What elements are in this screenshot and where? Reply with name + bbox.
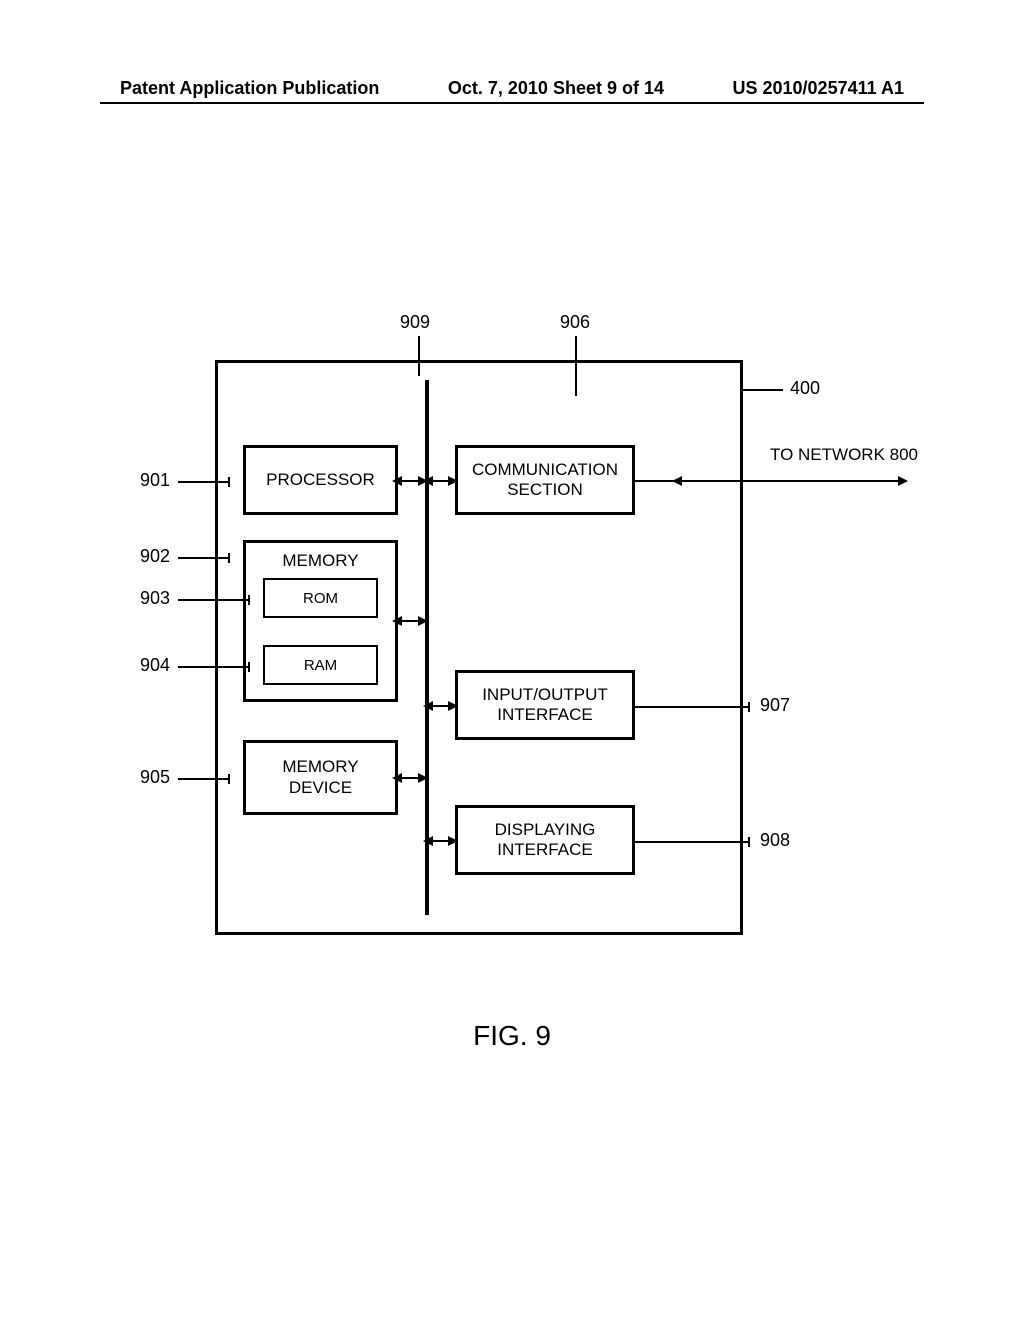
tick-902 bbox=[228, 553, 230, 563]
arrow-mem-bus-r bbox=[418, 616, 428, 626]
processor-block: PROCESSOR bbox=[243, 445, 398, 515]
arrow-io-bus-r bbox=[448, 701, 458, 711]
ref-label-904: 904 bbox=[140, 655, 170, 676]
figure-9-diagram: 909 906 400 TO NETWORK 800 PROCESSOR 901… bbox=[0, 300, 1024, 1000]
io-label: INPUT/OUTPUT INTERFACE bbox=[482, 685, 608, 726]
header-center: Oct. 7, 2010 Sheet 9 of 14 bbox=[448, 78, 664, 99]
arrow-comm-bus-l bbox=[423, 476, 433, 486]
ref-label-909: 909 bbox=[400, 312, 430, 333]
tick-905 bbox=[228, 774, 230, 784]
header-right: US 2010/0257411 A1 bbox=[733, 78, 904, 99]
ref-label-903: 903 bbox=[140, 588, 170, 609]
ref-label-907: 907 bbox=[760, 695, 790, 716]
ref-label-905: 905 bbox=[140, 767, 170, 788]
ram-label: RAM bbox=[304, 657, 337, 674]
arrow-mem-bus-l bbox=[392, 616, 402, 626]
header-left: Patent Application Publication bbox=[120, 78, 379, 99]
memory-label: MEMORY bbox=[282, 551, 358, 571]
ram-block: RAM bbox=[263, 645, 378, 685]
io-interface-block: INPUT/OUTPUT INTERFACE bbox=[455, 670, 635, 740]
arrow-memdev-bus-l bbox=[392, 773, 402, 783]
memory-device-block: MEMORY DEVICE bbox=[243, 740, 398, 815]
processor-label: PROCESSOR bbox=[266, 470, 375, 490]
arrow-disp-bus-l bbox=[423, 836, 433, 846]
display-label: DISPLAYING INTERFACE bbox=[495, 820, 596, 861]
header-rule bbox=[100, 102, 924, 104]
comm-label: COMMUNICATION SECTION bbox=[472, 460, 618, 501]
leader-904 bbox=[178, 666, 250, 668]
arrow-memdev-bus-r bbox=[418, 773, 428, 783]
displaying-interface-block: DISPLAYING INTERFACE bbox=[455, 805, 635, 875]
ref-label-400: 400 bbox=[790, 378, 820, 399]
ref-label-902: 902 bbox=[140, 546, 170, 567]
ref-label-906: 906 bbox=[560, 312, 590, 333]
arrow-io-bus-l bbox=[423, 701, 433, 711]
tick-908 bbox=[748, 837, 750, 847]
arrow-proc-bus-l bbox=[392, 476, 402, 486]
leader-905 bbox=[178, 778, 230, 780]
leader-903 bbox=[178, 599, 250, 601]
tick-907 bbox=[748, 702, 750, 712]
rom-block: ROM bbox=[263, 578, 378, 618]
ref-label-901: 901 bbox=[140, 470, 170, 491]
arrow-disp-bus-r bbox=[448, 836, 458, 846]
to-network-label: TO NETWORK 800 bbox=[770, 445, 918, 465]
figure-caption: FIG. 9 bbox=[0, 1020, 1024, 1052]
rom-label: ROM bbox=[303, 590, 338, 607]
memory-device-label: MEMORY DEVICE bbox=[282, 757, 358, 798]
ref-label-908: 908 bbox=[760, 830, 790, 851]
network-arrow-head-r bbox=[898, 476, 908, 486]
leader-902 bbox=[178, 557, 230, 559]
leader-901 bbox=[178, 481, 230, 483]
leader-908 bbox=[635, 841, 750, 843]
arrow-comm-bus-r bbox=[448, 476, 458, 486]
tick-903 bbox=[248, 595, 250, 605]
leader-907 bbox=[635, 706, 750, 708]
tick-904 bbox=[248, 662, 250, 672]
page-header: Patent Application Publication Oct. 7, 2… bbox=[0, 78, 1024, 99]
communication-section-block: COMMUNICATION SECTION bbox=[455, 445, 635, 515]
tick-901 bbox=[228, 477, 230, 487]
system-bus-909 bbox=[425, 380, 429, 915]
leader-400 bbox=[743, 389, 783, 391]
arrow-comm-net bbox=[635, 480, 680, 482]
